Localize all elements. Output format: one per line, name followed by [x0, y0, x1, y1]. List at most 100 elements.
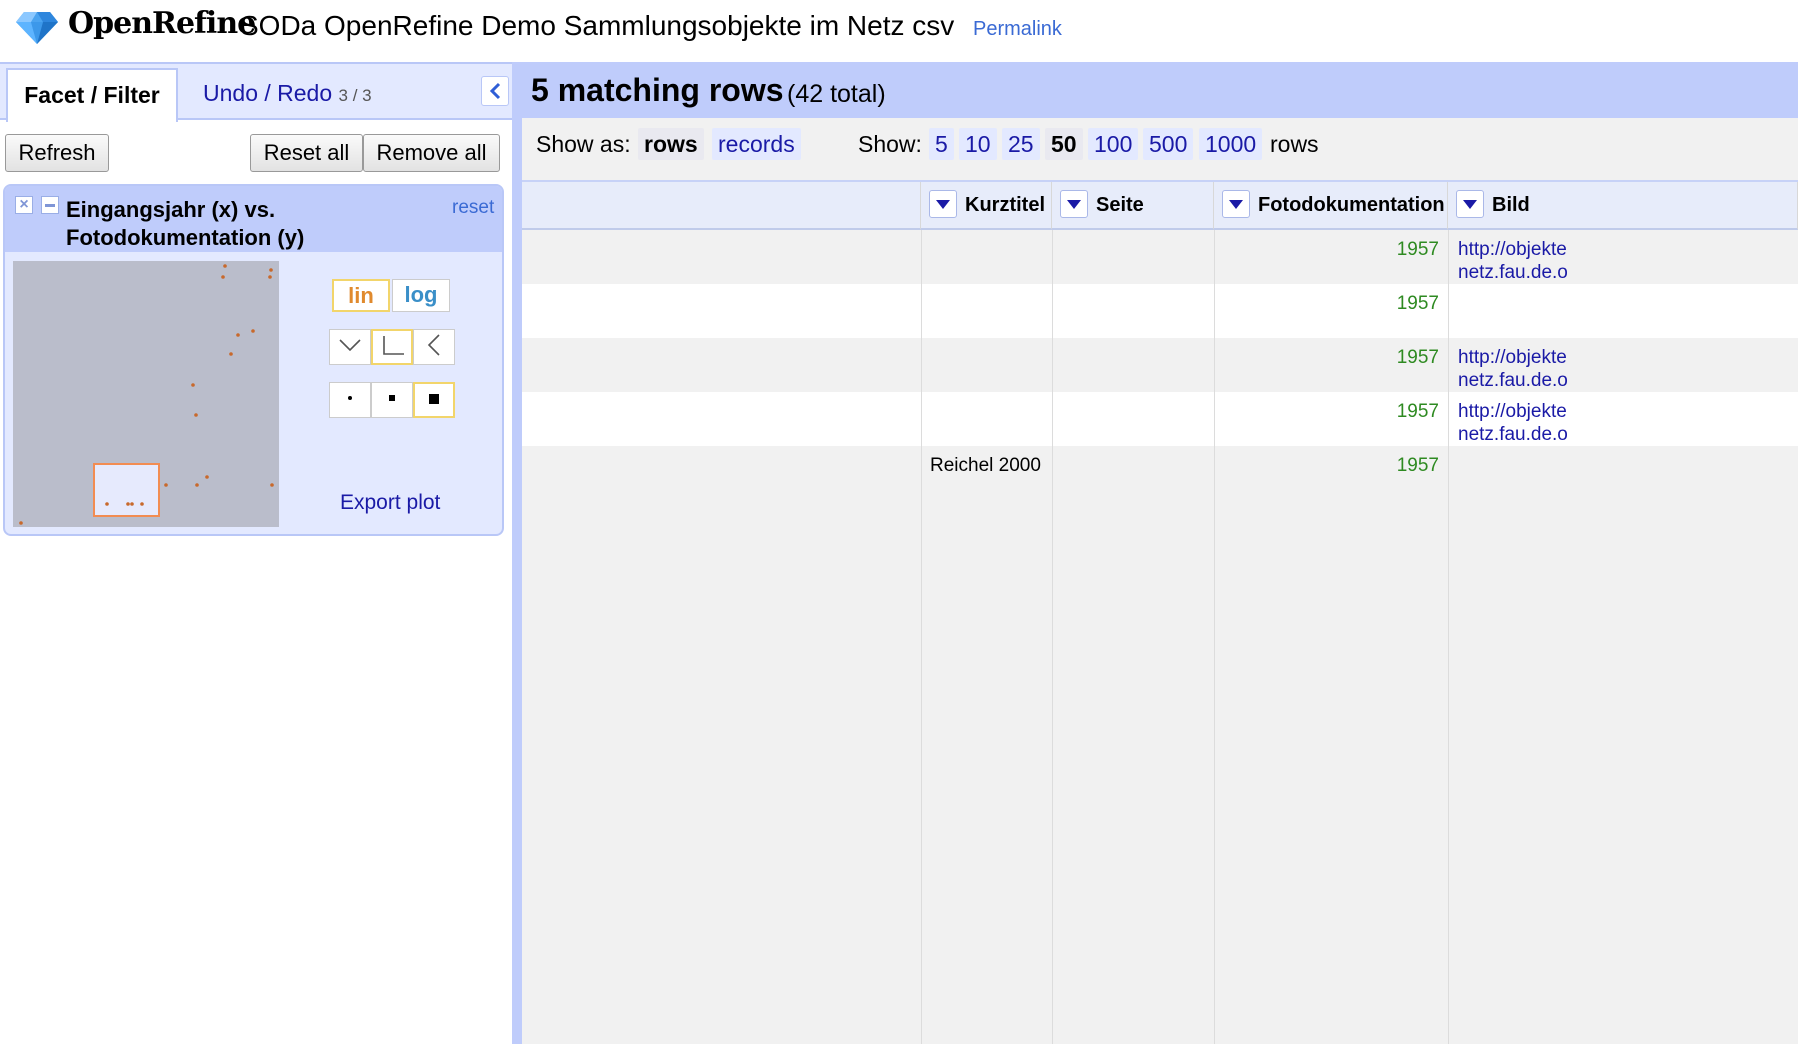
- medium-dot-icon: [389, 395, 395, 401]
- column-header-kurztitel: Kurztitel: [921, 182, 1052, 230]
- plot-point: [19, 521, 23, 525]
- plot-point: [223, 264, 227, 268]
- plot-point: [229, 352, 233, 356]
- table-row[interactable]: Reichel 2000 1957: [522, 446, 1798, 500]
- export-plot-link[interactable]: Export plot: [340, 491, 440, 515]
- column-name[interactable]: Seite: [1096, 194, 1144, 217]
- bild-link-line: http://objekte: [1458, 239, 1567, 260]
- dot-size-medium-button[interactable]: [371, 382, 413, 418]
- plot-point: [164, 483, 168, 487]
- cell-bild-link[interactable]: http://objekte netz.fau.de.o: [1458, 400, 1568, 446]
- remove-all-button[interactable]: Remove all: [363, 134, 500, 172]
- rotate-ccw-icon: [427, 334, 440, 356]
- scale-lin-button[interactable]: lin: [332, 279, 390, 312]
- page-size-5[interactable]: 5: [929, 128, 954, 160]
- column-menu-dropdown-icon[interactable]: [1222, 190, 1250, 218]
- view-options-bar: Show as: rows records Show: 5 10 25 50 1…: [522, 118, 1798, 182]
- minimize-icon[interactable]: [41, 196, 59, 214]
- show-as-rows[interactable]: rows: [638, 128, 704, 160]
- cell-fotodokumentation[interactable]: 1957: [1222, 238, 1439, 261]
- summary-bar: 5 matching rows (42 total): [522, 62, 1798, 118]
- page-size-100[interactable]: 100: [1088, 128, 1139, 160]
- close-icon[interactable]: ×: [15, 196, 33, 214]
- tab-undo-redo[interactable]: Undo / Redo 3 / 3: [203, 68, 372, 122]
- plot-point: [191, 383, 195, 387]
- page-size-500[interactable]: 500: [1143, 128, 1194, 160]
- plot-point: [194, 413, 198, 417]
- bild-link-line: http://objekte: [1458, 401, 1567, 422]
- show-as-label: Show as:: [536, 131, 631, 157]
- cell-fotodokumentation[interactable]: 1957: [1222, 400, 1439, 423]
- column-divider: [1214, 230, 1215, 1044]
- tab-facet-filter[interactable]: Facet / Filter: [6, 68, 178, 122]
- left-panel: Facet / Filter Undo / Redo 3 / 3 Refresh…: [0, 62, 512, 1044]
- facet-header: × Eingangsjahr (x) vs. Fotodokumentation…: [5, 186, 502, 252]
- permalink-link[interactable]: Permalink: [973, 18, 1062, 41]
- table-row[interactable]: 1957 http://objekte netz.fau.de.o: [522, 338, 1798, 392]
- dot-size-large-button[interactable]: [413, 382, 455, 418]
- plot-point: [236, 333, 240, 337]
- no-rotation-icon: [383, 336, 404, 355]
- project-title[interactable]: SODa OpenRefine Demo Sammlungsobjekte im…: [240, 10, 954, 42]
- collapse-panel-button[interactable]: [481, 76, 509, 106]
- data-table: Kurztitel Seite Fotodokumentation Bild 1…: [522, 182, 1798, 1044]
- column-divider: [1052, 230, 1053, 1044]
- cell-fotodokumentation[interactable]: 1957: [1222, 292, 1439, 315]
- cell-kurztitel[interactable]: Reichel 2000: [930, 454, 1041, 477]
- panel-divider[interactable]: [512, 62, 522, 1044]
- page-size-1000[interactable]: 1000: [1199, 128, 1263, 160]
- facet-reset-link[interactable]: reset: [452, 197, 494, 219]
- app-logo-text[interactable]: OpenRefine: [68, 6, 256, 41]
- cell-fotodokumentation[interactable]: 1957: [1222, 346, 1439, 369]
- scale-log-button[interactable]: log: [392, 279, 450, 312]
- rotate-cw-button[interactable]: [329, 329, 371, 365]
- table-row[interactable]: 1957 http://objekte netz.fau.de.o: [522, 392, 1798, 446]
- undo-redo-count: 3 / 3: [338, 86, 372, 105]
- dot-size-small-button[interactable]: [329, 382, 371, 418]
- cell-bild-link[interactable]: http://objekte netz.fau.de.o: [1458, 238, 1568, 284]
- diamond-logo-icon[interactable]: [16, 10, 58, 44]
- refresh-button[interactable]: Refresh: [5, 134, 109, 172]
- scatterplot[interactable]: [13, 261, 279, 527]
- show-as-records[interactable]: records: [712, 128, 801, 160]
- facet-title: Eingangsjahr (x) vs. Fotodokumentation (…: [66, 197, 305, 250]
- row-controls-header: [522, 182, 921, 230]
- cell-fotodokumentation[interactable]: 1957: [1222, 454, 1439, 477]
- rotate-ccw-button[interactable]: [413, 329, 455, 365]
- column-divider: [1448, 230, 1449, 1044]
- table-row[interactable]: 1957 http://objekte netz.fau.de.o: [522, 230, 1798, 284]
- column-header-seite: Seite: [1052, 182, 1214, 230]
- table-row[interactable]: 1957: [522, 284, 1798, 338]
- plot-point: [221, 275, 225, 279]
- bild-link-line: netz.fau.de.o: [1458, 424, 1568, 445]
- cell-bild-link[interactable]: http://objekte netz.fau.de.o: [1458, 346, 1568, 392]
- show-label: Show:: [858, 131, 922, 157]
- page-size-50[interactable]: 50: [1045, 128, 1083, 160]
- plot-point: [268, 275, 272, 279]
- column-menu-dropdown-icon[interactable]: [1456, 190, 1484, 218]
- bild-link-line: netz.fau.de.o: [1458, 262, 1568, 283]
- data-panel: 5 matching rows (42 total) Show as: rows…: [522, 62, 1798, 1044]
- column-header-bild: Bild: [1448, 182, 1798, 230]
- page-size-25[interactable]: 25: [1002, 128, 1040, 160]
- no-rotation-button[interactable]: [371, 329, 413, 365]
- column-name[interactable]: Kurztitel: [965, 194, 1045, 217]
- chevron-left-icon: [489, 82, 501, 100]
- column-name[interactable]: Bild: [1492, 194, 1530, 217]
- column-header-fotodokumentation: Fotodokumentation: [1214, 182, 1448, 230]
- scatterplot-facet: × Eingangsjahr (x) vs. Fotodokumentation…: [3, 184, 504, 536]
- plot-point: [195, 483, 199, 487]
- plot-point: [105, 502, 109, 506]
- page-size-10[interactable]: 10: [959, 128, 997, 160]
- plot-point: [269, 268, 273, 272]
- bild-link-line: netz.fau.de.o: [1458, 370, 1568, 391]
- large-dot-icon: [429, 394, 439, 404]
- plot-selection[interactable]: [93, 463, 160, 517]
- reset-all-button[interactable]: Reset all: [250, 134, 363, 172]
- column-name[interactable]: Fotodokumentation: [1258, 194, 1445, 217]
- column-menu-dropdown-icon[interactable]: [1060, 190, 1088, 218]
- matching-rows-count: 5 matching rows: [531, 72, 784, 108]
- left-tab-bar: Facet / Filter Undo / Redo 3 / 3: [0, 62, 512, 122]
- column-menu-dropdown-icon[interactable]: [929, 190, 957, 218]
- plot-point: [270, 483, 274, 487]
